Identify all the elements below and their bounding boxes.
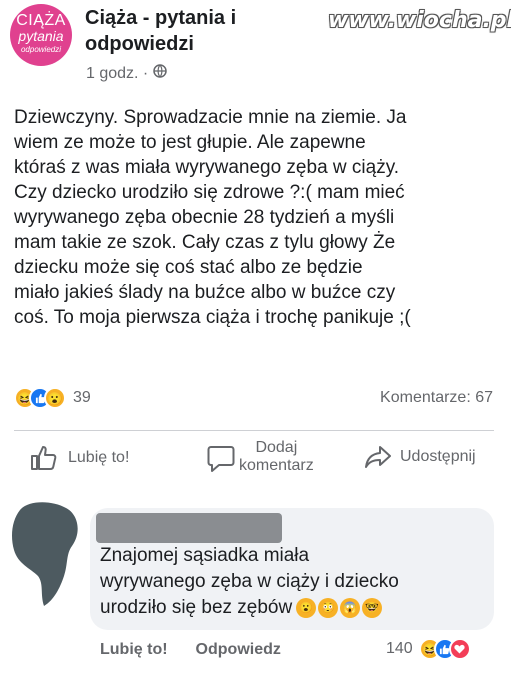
like-button[interactable]: Lubię to!	[30, 445, 129, 471]
comment-line: Znajomej sąsiadka miała	[100, 545, 310, 566]
avatar[interactable]	[10, 502, 84, 608]
comment-line: wyrywanego zęba w ciąży i dziecko	[100, 571, 399, 592]
comment-button[interactable]: Dodaj komentarz	[207, 439, 314, 475]
comment-reaction-count: 140	[386, 640, 413, 657]
logo-text-1: CIĄŻA	[16, 12, 66, 29]
group-name-line-1: Ciąża - pytania i	[85, 7, 237, 29]
post-line: wyrywanego zęba obecnie 28 tydzień a myś…	[14, 207, 395, 228]
post-text: Dziewczyny. Sprowadzacie mnie na ziemie.…	[14, 105, 494, 330]
reaction-summary[interactable]: 😆 😮 39	[14, 387, 91, 409]
group-logo[interactable]: CIĄŻA pytania odpowiedzi	[10, 4, 72, 66]
group-name-line-2: odpowiedzi	[85, 33, 194, 55]
post-line: Czy dziecko urodziło się zdrowe ?:( mam …	[14, 182, 405, 203]
group-name[interactable]: Ciąża - pytania i odpowiedzi	[85, 5, 305, 57]
comment-label: Dodaj komentarz	[239, 439, 314, 475]
logo-text-2: pytania	[18, 28, 64, 44]
share-button[interactable]: Udostępnij	[364, 445, 476, 469]
comment-label-line-1: Dodaj	[255, 439, 298, 456]
post-line: miało jakieś ślady na buźce albo w buźce…	[14, 282, 396, 303]
post-line: wiem ze może to jest głupie. Ale zapewne	[14, 132, 366, 153]
thumbs-up-icon	[30, 445, 58, 471]
wow-icon: 😮	[296, 597, 317, 618]
comment-label-line-2: komentarz	[239, 457, 314, 474]
post-line: coś. To moja pierwsza ciąża i trochę pan…	[14, 307, 411, 328]
comment-line-text: urodziło się bez zębów	[100, 597, 293, 618]
wow-icon: 😮	[44, 387, 66, 409]
like-label: Lubię to!	[68, 449, 130, 466]
post-line: Dziewczyny. Sprowadzacie mnie na ziemie.…	[14, 107, 407, 128]
comment-emojis: 😮 😳 😱 🤓	[296, 597, 383, 618]
watermark: www.wiocha.pl	[328, 8, 511, 33]
scream-icon: 😱	[340, 597, 361, 618]
share-label: Udostępnij	[400, 448, 476, 465]
comment-like-button[interactable]: Lubię to!	[100, 641, 168, 659]
comment-reactions[interactable]: 140 😆	[386, 638, 471, 660]
share-icon	[364, 445, 392, 469]
logo-text-3: odpowiedzi	[20, 45, 62, 54]
eyes-glasses-icon: 🤓	[362, 597, 383, 618]
post-line: dziecku może się coś stać albo ze będzie	[14, 257, 363, 278]
post-line: mam takie ze szok. Cały czas z tylu głow…	[14, 232, 396, 253]
comment-icon	[207, 443, 235, 473]
love-icon	[448, 638, 471, 660]
post-meta: 1 godz. ·	[86, 64, 168, 83]
divider	[14, 430, 494, 431]
globe-icon	[153, 64, 168, 83]
redacted-author-name	[96, 513, 282, 543]
comments-count[interactable]: Komentarze: 67	[380, 389, 493, 407]
comment-text: Znajomej sąsiadka miała wyrywanego zęba …	[100, 543, 480, 621]
comment-reply-button[interactable]: Odpowiedz	[196, 641, 281, 659]
comment-line: urodziło się bez zębów 😮 😳 😱 🤓	[100, 595, 480, 621]
comment-actions: Lubię to! Odpowiedz	[100, 641, 281, 659]
reaction-count: 39	[73, 389, 91, 406]
flushed-icon: 😳	[318, 597, 339, 618]
post-line: któraś z was miała wyrywanego zęba w cią…	[14, 157, 400, 178]
post-time[interactable]: 1 godz. ·	[86, 65, 148, 83]
